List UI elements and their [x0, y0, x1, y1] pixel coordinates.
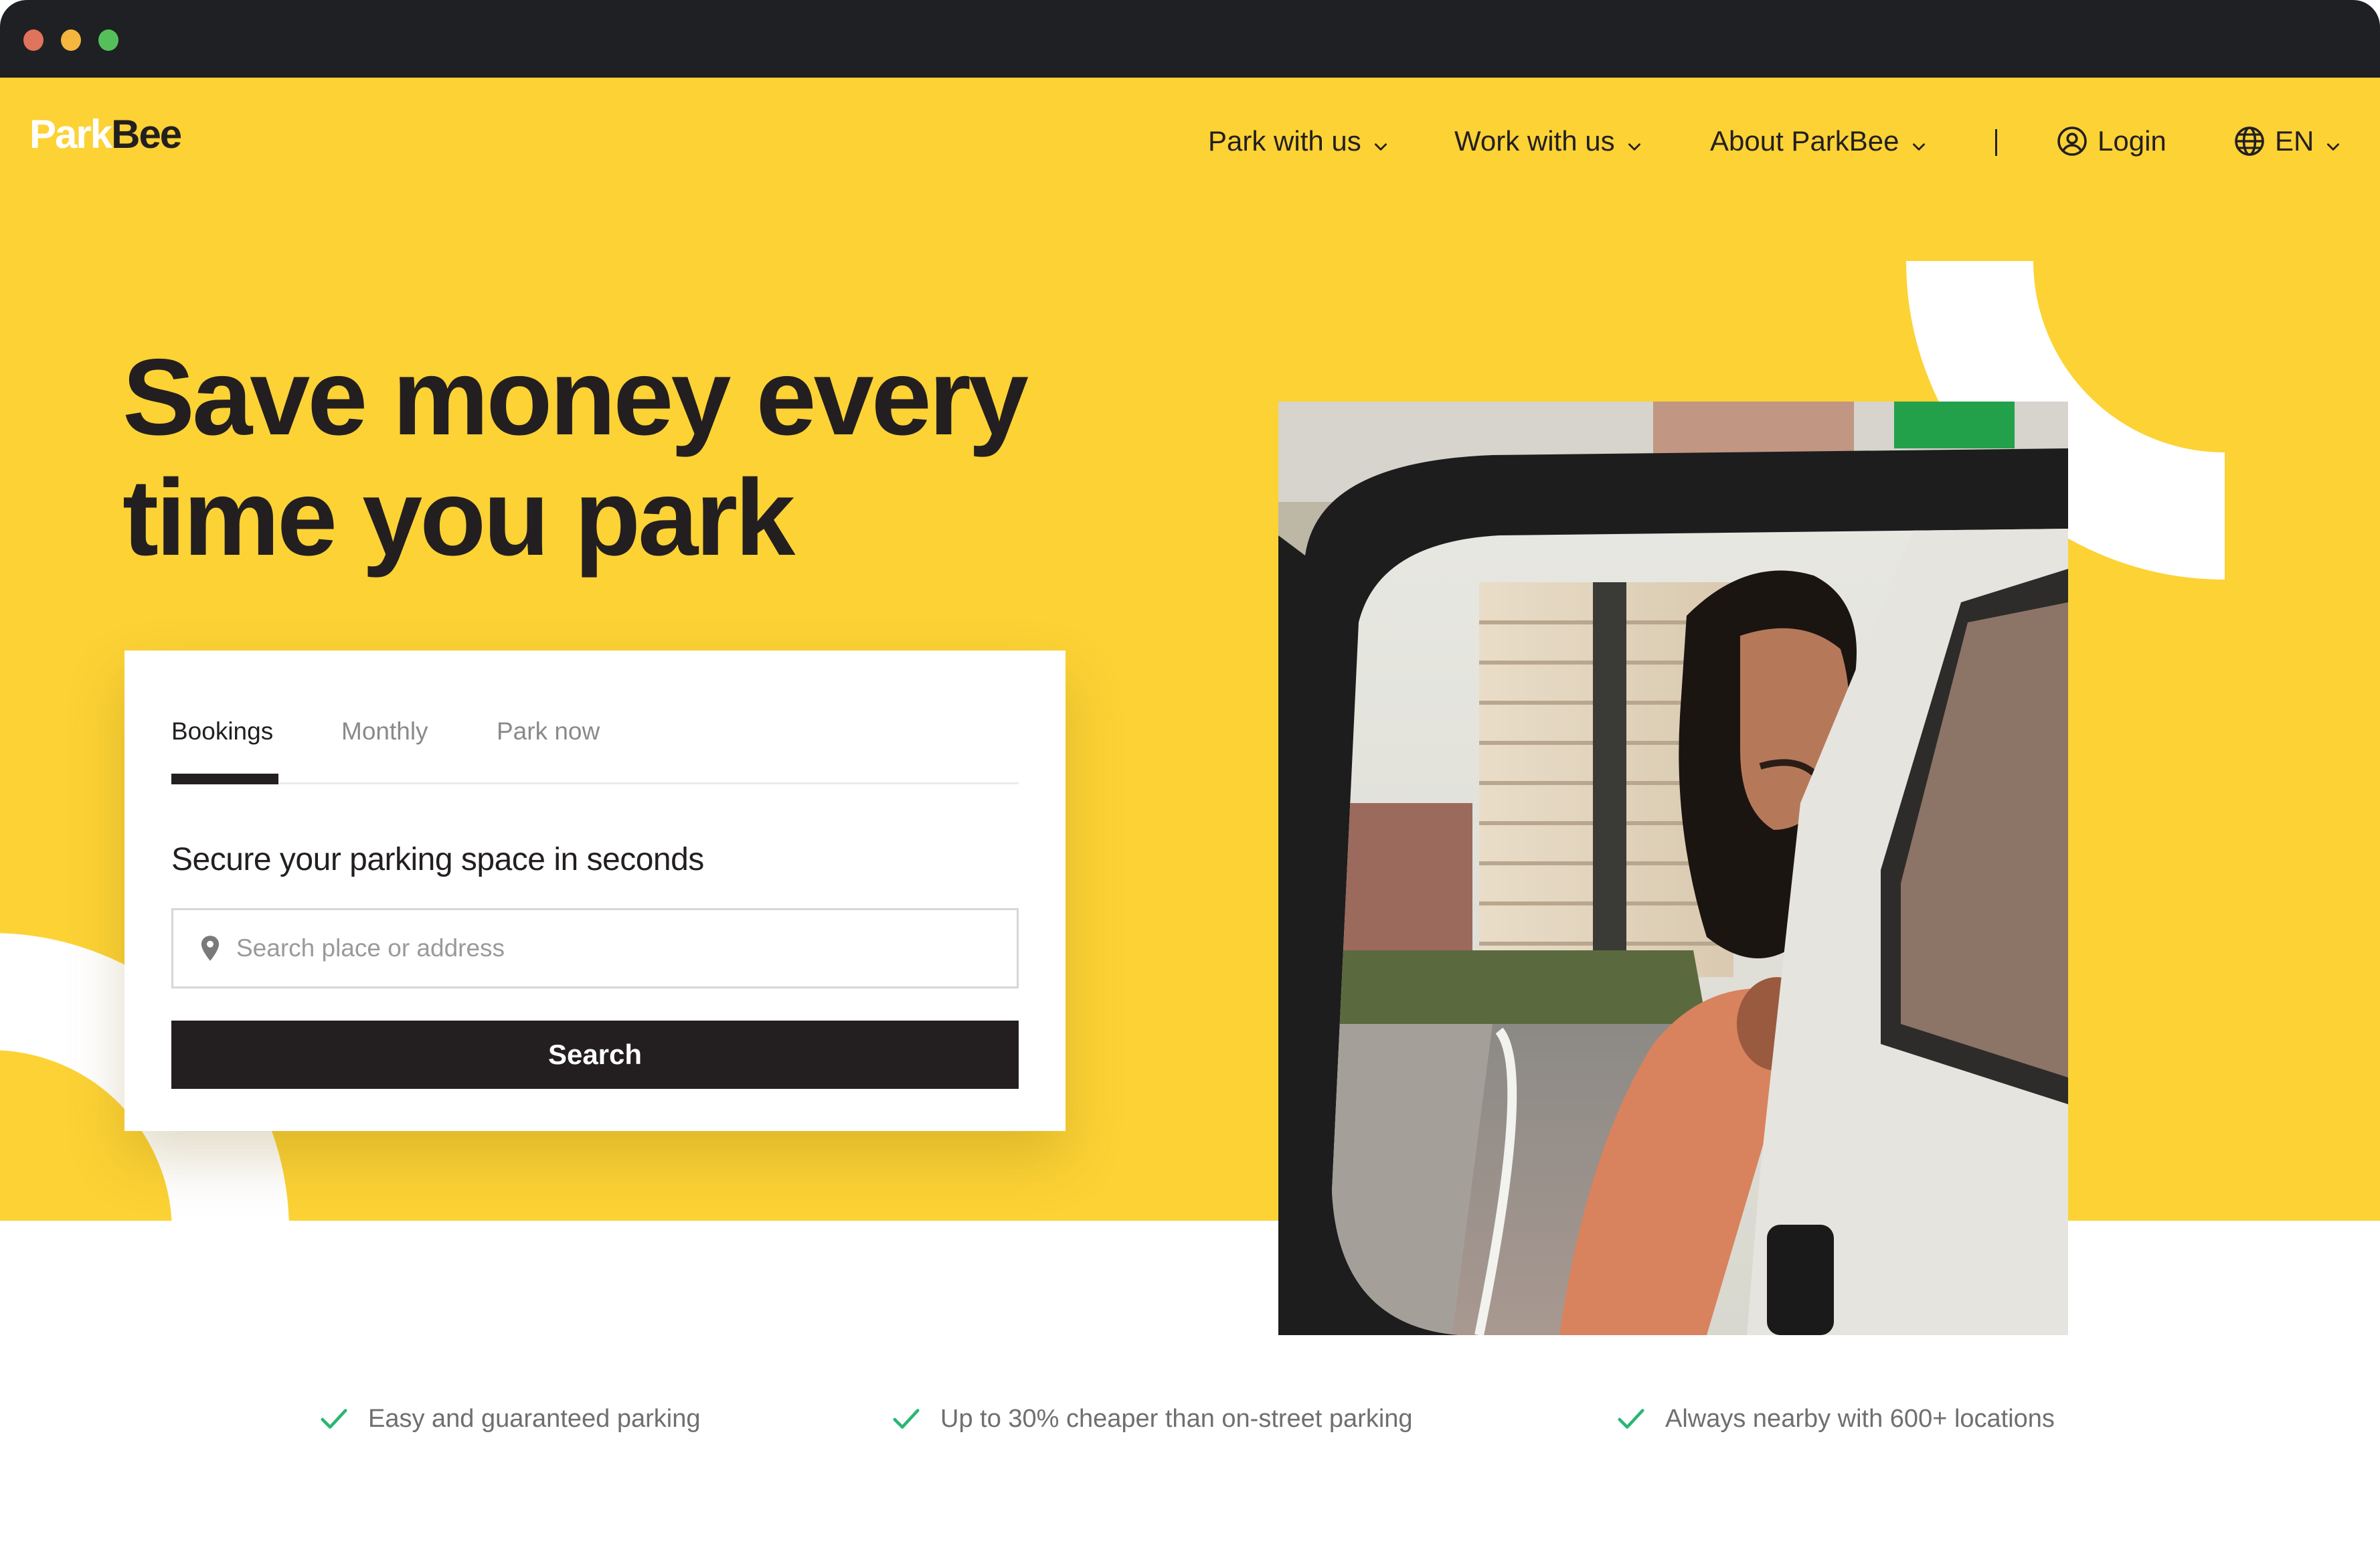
feature-item: Easy and guaranteed parking: [319, 1395, 700, 1442]
nav-divider: [1995, 129, 1997, 156]
hero-headline-line-2: time you park: [122, 457, 795, 578]
hero-image-man-in-mirror: [1278, 402, 2068, 1335]
minimize-window-button[interactable]: [61, 29, 81, 51]
feature-item: Always nearby with 600+ locations: [1616, 1395, 2055, 1442]
hero-headline: Save money every time you park: [122, 337, 1126, 578]
hero-headline-line-1: Save money every: [122, 337, 1029, 458]
chevron-down-icon: [2324, 130, 2342, 151]
location-pin-icon: [201, 936, 220, 961]
close-window-button[interactable]: [23, 29, 44, 51]
chevron-down-icon: [1626, 130, 1643, 151]
user-circle-icon: [2057, 126, 2087, 156]
nav-about-parkbee[interactable]: About ParkBee: [1710, 111, 1928, 171]
booking-tabs: Bookings Monthly Park now: [171, 650, 1019, 784]
booking-card-heading: Secure your parking space in seconds: [171, 842, 704, 877]
feature-text: Always nearby with 600+ locations: [1665, 1404, 2055, 1433]
hero-photo: [1278, 402, 2068, 1335]
active-tab-indicator: [171, 774, 278, 784]
window-titlebar: [0, 0, 2380, 78]
globe-icon: [2235, 126, 2264, 156]
nav-about-parkbee-label: About ParkBee: [1710, 125, 1899, 157]
language-label: EN: [2275, 125, 2314, 157]
browser-window: Park Bee Park with us Work with us About …: [0, 0, 2380, 1562]
check-icon: [1618, 1409, 1644, 1429]
feature-item: Up to 30% cheaper than on-street parking: [891, 1395, 1413, 1442]
feature-text: Up to 30% cheaper than on-street parking: [940, 1404, 1413, 1433]
nav-park-with-us[interactable]: Park with us: [1208, 111, 1389, 171]
chevron-down-icon: [1910, 130, 1928, 151]
search-field[interactable]: [171, 908, 1019, 988]
nav-work-with-us-label: Work with us: [1454, 125, 1615, 157]
tab-bookings[interactable]: Bookings: [171, 717, 273, 746]
login-label: Login: [2098, 125, 2166, 157]
search-input[interactable]: [236, 934, 972, 962]
maximize-window-button[interactable]: [98, 29, 118, 51]
nav-park-with-us-label: Park with us: [1208, 125, 1361, 157]
check-icon: [321, 1409, 347, 1429]
feature-text: Easy and guaranteed parking: [368, 1404, 701, 1433]
login-link[interactable]: Login: [2056, 111, 2166, 171]
main-navigation: Park with us Work with us About ParkBee …: [0, 111, 2380, 171]
check-icon: [893, 1409, 920, 1429]
tab-monthly[interactable]: Monthly: [341, 717, 428, 746]
features-list: Easy and guaranteed parking Up to 30% ch…: [0, 1395, 2380, 1442]
search-button[interactable]: Search: [171, 1021, 1019, 1089]
tab-park-now[interactable]: Park now: [497, 717, 600, 746]
chevron-down-icon: [1372, 130, 1389, 151]
booking-card: Bookings Monthly Park now Secure your pa…: [124, 650, 1066, 1131]
language-selector[interactable]: EN: [2233, 111, 2342, 171]
nav-work-with-us[interactable]: Work with us: [1454, 111, 1643, 171]
